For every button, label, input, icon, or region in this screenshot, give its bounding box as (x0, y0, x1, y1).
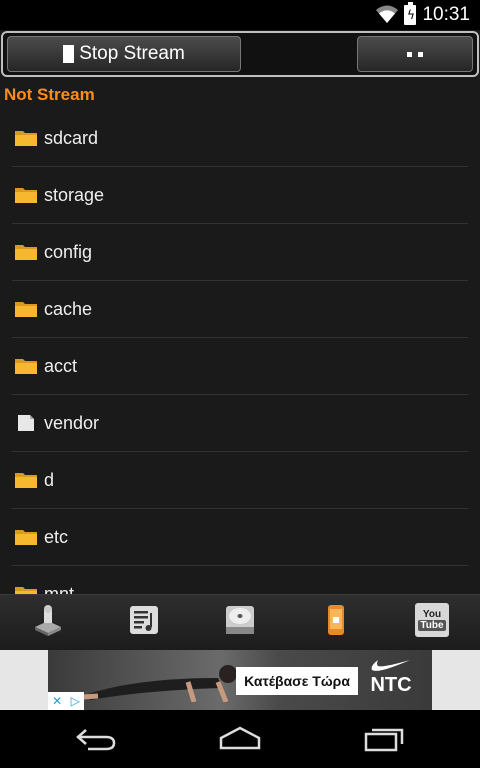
wifi-icon (376, 4, 398, 28)
folder-icon (15, 245, 37, 260)
swoosh-icon (371, 660, 410, 671)
menu-button[interactable] (357, 36, 473, 72)
file-name: vendor (44, 412, 100, 433)
recents-icon[interactable] (362, 726, 406, 752)
file-icon (18, 415, 34, 431)
list-item[interactable]: etc (12, 509, 468, 566)
ad-cta-button[interactable]: Κατέβασε Τώρα (236, 667, 358, 695)
navigation-bar (0, 710, 480, 768)
status-time: 10:31 (422, 4, 470, 25)
folder-icon (15, 530, 37, 545)
file-name: storage (44, 184, 105, 205)
ad-brand: NTC (368, 656, 414, 706)
file-name: sdcard (44, 127, 99, 148)
file-name: config (44, 241, 93, 262)
list-item[interactable]: vendor (12, 395, 468, 452)
list-item[interactable]: acct (12, 338, 468, 395)
file-name: etc (44, 526, 69, 547)
app-container: Stop Stream Not Stream sdcard storage co… (0, 30, 480, 650)
file-name: d (44, 469, 55, 490)
folder-icon (15, 131, 37, 146)
file-name: acct (44, 355, 78, 376)
list-item[interactable]: config (12, 224, 468, 281)
ad-brand-label: NTC (370, 674, 412, 696)
folder-icon (15, 587, 37, 594)
toolbar: Stop Stream (1, 31, 479, 77)
bottom-toolbar: You Tube (0, 594, 480, 650)
file-manager-icon[interactable] (31, 603, 65, 637)
ad-person-image (68, 665, 237, 702)
list-item[interactable]: sdcard (12, 110, 468, 167)
file-name: cache (44, 298, 93, 319)
stop-icon (63, 45, 75, 63)
stop-stream-button[interactable]: Stop Stream (7, 36, 241, 72)
youtube-label-top: You (422, 609, 442, 620)
phone-icon[interactable] (319, 603, 353, 637)
list-item[interactable]: d (12, 452, 468, 509)
home-icon[interactable] (218, 726, 262, 752)
stop-stream-label: Stop Stream (79, 43, 185, 64)
folder-icon (15, 188, 37, 203)
ad-image[interactable]: Κατέβασε Τώρα NTC (48, 650, 432, 710)
list-item[interactable]: mnt (12, 566, 468, 594)
youtube-icon[interactable]: You Tube (415, 603, 449, 637)
ad-banner[interactable]: Κατέβασε Τώρα NTC ✕ ▷ (0, 650, 480, 710)
folder-icon (15, 359, 37, 374)
disk-icon[interactable] (223, 603, 257, 637)
back-icon[interactable] (74, 726, 118, 752)
battery-charging-icon: ϟ (404, 2, 416, 25)
status-bar: ϟ 10:31 (0, 0, 480, 30)
list-item[interactable]: cache (12, 281, 468, 338)
adchoices-icon[interactable]: ✕ ▷ (48, 692, 84, 710)
youtube-label-bottom: Tube (418, 620, 446, 631)
file-list[interactable]: sdcard storage config cache acct vendor … (0, 110, 480, 594)
list-item[interactable]: storage (12, 167, 468, 224)
stream-status-label: Not Stream (4, 85, 95, 104)
music-playlist-icon[interactable] (127, 603, 161, 637)
file-name: mnt (44, 583, 75, 595)
dots-icon (407, 51, 423, 57)
folder-icon (15, 302, 37, 317)
folder-icon (15, 473, 37, 488)
